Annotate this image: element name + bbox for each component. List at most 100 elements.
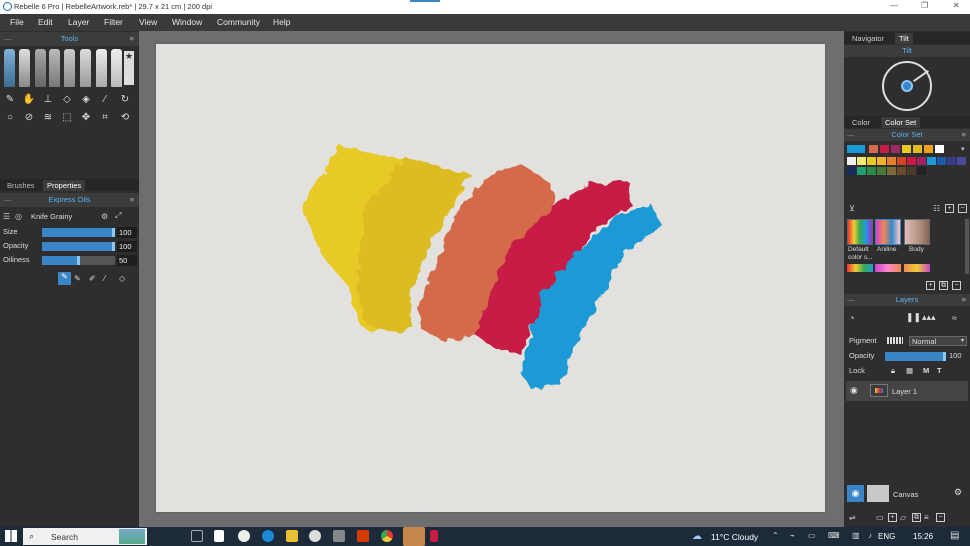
add-layer-icon[interactable]: + — [888, 512, 897, 522]
swatch[interactable] — [847, 167, 856, 175]
smudge-icon[interactable]: ✋ — [22, 93, 36, 107]
swatch[interactable] — [877, 157, 886, 165]
set-thumb-aniline[interactable] — [875, 219, 901, 245]
tab-color-set[interactable]: Color Set — [881, 117, 921, 128]
file-explorer-icon[interactable] — [286, 530, 298, 542]
water-drop-icon[interactable]: ○ — [3, 111, 17, 125]
pigment-icon[interactable] — [887, 337, 903, 344]
swatch[interactable] — [857, 167, 866, 175]
layer-opacity-value[interactable]: 100 — [949, 351, 962, 360]
close-icon[interactable]: ✕ — [953, 1, 960, 10]
reset-icon[interactable]: ⟲ — [118, 111, 132, 125]
folder-icon[interactable]: ▱ — [900, 513, 912, 522]
rebelle-taskbar-icon[interactable] — [238, 530, 250, 542]
merge-layer-icon[interactable]: ≡ — [924, 513, 936, 522]
swatch[interactable] — [869, 145, 878, 153]
notes-app-icon[interactable] — [214, 530, 224, 542]
tab-properties[interactable]: Properties — [43, 180, 86, 191]
swatch[interactable] — [902, 145, 911, 153]
windows-start-icon[interactable] — [5, 530, 17, 542]
volume-icon[interactable]: ♪ — [868, 531, 872, 540]
tray-icon-1[interactable]: ⌁ — [790, 531, 795, 540]
lock-m-icon[interactable]: M — [923, 366, 929, 375]
size-slider[interactable] — [42, 228, 115, 237]
swatch[interactable] — [947, 157, 956, 165]
blend-icon[interactable]: ⊘ — [22, 111, 36, 125]
wet-icon[interactable]: ▴▴▴ — [922, 312, 952, 323]
stamp-icon[interactable]: ⊥ — [41, 93, 55, 107]
notifications-icon[interactable]: ▤ — [950, 530, 959, 541]
adjust-icon[interactable]: ⚙ — [101, 212, 115, 221]
add-color-icon[interactable]: + — [926, 280, 935, 290]
swatch[interactable] — [897, 167, 906, 175]
oiliness-slider[interactable] — [42, 256, 115, 265]
blend-mode-select[interactable]: Normal ▾ — [909, 336, 967, 346]
swatch[interactable] — [847, 145, 865, 153]
layer-opacity-slider[interactable] — [885, 352, 946, 361]
tray-icon-2[interactable]: ▭ — [808, 531, 816, 540]
mode-4-icon[interactable]: ⁄ — [104, 274, 119, 283]
eraser-icon[interactable]: ◇ — [60, 93, 74, 107]
edge-icon[interactable] — [262, 530, 274, 542]
copy-color-icon[interactable]: ⧉ — [939, 280, 948, 290]
weather-text[interactable]: 11°C Cloudy — [711, 532, 758, 542]
brush-set-menu-icon[interactable]: ≡ — [130, 193, 134, 207]
pencil-icon[interactable]: ✎ — [3, 93, 17, 107]
brush-tool-5[interactable] — [64, 49, 75, 87]
language-indicator[interactable]: ENG — [878, 532, 895, 541]
swatch[interactable] — [880, 145, 889, 153]
swatch[interactable] — [957, 157, 966, 165]
menu-layer[interactable]: Layer — [68, 17, 89, 27]
swatch[interactable] — [935, 145, 944, 153]
set-thumb-default[interactable] — [847, 219, 873, 245]
clock[interactable]: 15:26 — [913, 532, 933, 541]
brush-tool-6[interactable] — [80, 49, 91, 87]
canvas-visibility-icon[interactable]: ◉ — [847, 485, 864, 502]
duplicate-layer-icon[interactable]: ⧉ — [912, 512, 921, 522]
menu-file[interactable]: File — [10, 17, 24, 27]
swatch[interactable] — [857, 157, 866, 165]
delete-layer-icon[interactable]: − — [936, 512, 945, 522]
remove-color-icon[interactable]: − — [952, 280, 961, 290]
brush-tool-8[interactable] — [111, 49, 122, 87]
swatch[interactable] — [907, 157, 916, 165]
layer-filter-icon[interactable]: ⇌ — [849, 513, 876, 522]
menu-community[interactable]: Community — [217, 17, 260, 27]
picker-icon[interactable]: ⁄ — [98, 93, 112, 107]
new-canvas-icon[interactable]: ▭ — [876, 513, 888, 522]
swatch[interactable] — [887, 157, 896, 165]
tab-navigator[interactable]: Navigator — [848, 33, 888, 44]
brush-tool-1[interactable] — [4, 49, 15, 87]
set-thumb-more-2[interactable] — [875, 264, 901, 272]
set-thumb-body[interactable] — [904, 219, 930, 245]
tilt-dial[interactable] — [882, 61, 932, 111]
fill-icon[interactable]: ◈ — [79, 93, 93, 107]
pen-settings-icon[interactable]: ⤢ — [115, 211, 121, 221]
task-view-icon[interactable] — [191, 530, 203, 542]
app-icon[interactable] — [309, 530, 321, 542]
swatch[interactable] — [897, 157, 906, 165]
swatch[interactable] — [887, 167, 896, 175]
canvas-thumbnail[interactable] — [867, 485, 889, 502]
office-icon[interactable] — [357, 530, 369, 542]
mode-2-icon[interactable]: ✎ — [74, 274, 89, 283]
swatch[interactable] — [867, 157, 876, 165]
taskbar-search[interactable]: ⌕ Search — [23, 528, 147, 545]
rebelle-active-icon[interactable] — [403, 527, 425, 546]
tray-chevron-icon[interactable]: ⌃ — [772, 531, 779, 540]
lock-alpha-icon[interactable]: ▦ — [906, 366, 913, 375]
remove-set-icon[interactable]: − — [958, 203, 967, 213]
tab-tilt[interactable]: Tilt — [895, 33, 913, 44]
layers-menu-icon[interactable]: ≡ — [962, 294, 966, 306]
filter-icon[interactable]: ⊻ — [849, 204, 933, 213]
layer-row[interactable]: ◉ Layer 1 — [846, 381, 968, 401]
chrome-icon[interactable] — [381, 530, 393, 542]
app-icon-3[interactable] — [430, 530, 438, 542]
swatch[interactable] — [913, 145, 922, 153]
brush-tool-7[interactable] — [96, 49, 107, 87]
size-value[interactable]: 100 — [117, 227, 137, 238]
rotate-icon[interactable]: ↻ — [118, 93, 132, 107]
canvas-settings-icon[interactable]: ⚙ — [954, 487, 962, 498]
crop-icon[interactable]: ⌗ — [98, 111, 112, 125]
brush-tool-2[interactable] — [19, 49, 30, 87]
